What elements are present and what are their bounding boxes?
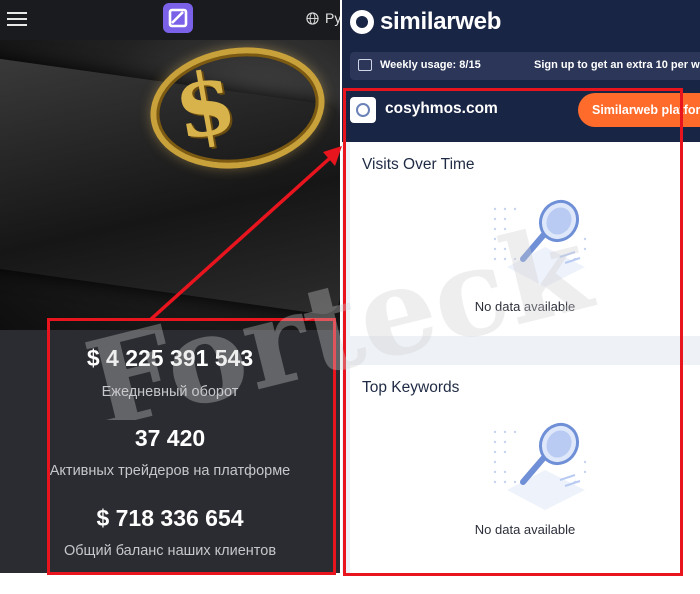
language-label: Ру (325, 10, 340, 26)
similarweb-brand-text: similarweb (380, 8, 502, 35)
menu-icon[interactable] (7, 12, 27, 26)
language-selector[interactable]: Ру (306, 10, 340, 26)
globe-icon (306, 11, 319, 25)
similarweb-highlight-box (343, 88, 683, 576)
site-logo[interactable] (163, 3, 193, 33)
weekly-usage-bar: Weekly usage: 8/15 Sign up to get an ext… (350, 52, 700, 80)
similarweb-logo: similarweb (350, 8, 501, 36)
signup-upsell-link[interactable]: Sign up to get an extra 10 per week (534, 59, 700, 71)
monitor-icon (358, 59, 372, 71)
hero-image: $ (0, 40, 340, 330)
weekly-usage-text: Weekly usage: 8/15 (380, 59, 481, 71)
comparison-screenshot: Ру $ $ 4 225 391 543 Ежедневный оборот 3… (0, 0, 700, 594)
site-header: Ру (0, 0, 340, 40)
stats-highlight-box (47, 318, 336, 575)
similarweb-mark-icon (350, 10, 374, 34)
